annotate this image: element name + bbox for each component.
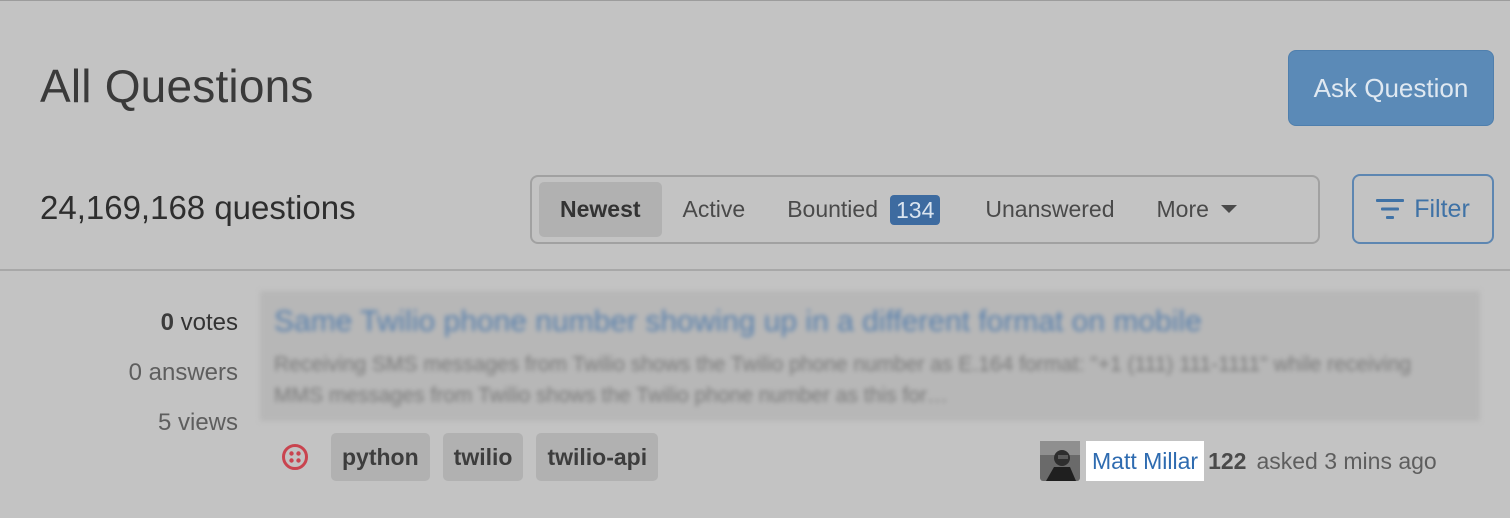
tab-active[interactable]: Active: [662, 182, 767, 237]
tab-bountied[interactable]: Bountied 134: [766, 182, 964, 237]
filter-label: Filter: [1414, 194, 1470, 223]
views-stat: 5 views: [157, 409, 238, 436]
sort-tabs: Newest Active Bountied 134 Unanswered Mo…: [530, 175, 1320, 244]
tag-python[interactable]: python: [331, 433, 430, 481]
question-title-link[interactable]: Same Twilio phone number showing up in a…: [274, 305, 1202, 339]
tab-unanswered[interactable]: Unanswered: [964, 182, 1135, 237]
avatar[interactable]: [1040, 441, 1080, 481]
question-summary-blurred: Same Twilio phone number showing up in a…: [260, 291, 1480, 421]
asked-time[interactable]: asked 3 mins ago: [1256, 448, 1436, 475]
user-card: Matt Millar 122 asked 3 mins ago: [1040, 441, 1437, 481]
tag-list: python twilio twilio-api: [280, 433, 671, 481]
questions-page: All Questions Ask Question 24,169,168 qu…: [0, 0, 1510, 518]
question-stats: 0 votes 0 answers 5 views: [40, 307, 238, 457]
tab-active-label: Active: [682, 196, 746, 222]
votes-stat: 0 votes: [40, 307, 238, 357]
user-name-link[interactable]: Matt Millar: [1086, 441, 1205, 481]
answers-stat: 0 answers: [128, 359, 238, 386]
user-reputation: 122: [1208, 447, 1247, 474]
filter-button[interactable]: Filter: [1352, 174, 1494, 244]
tab-more[interactable]: More: [1136, 182, 1258, 237]
tab-newest-label: Newest: [560, 196, 641, 222]
bounty-count-badge: 134: [890, 194, 941, 225]
divider: [0, 269, 1510, 271]
votes-count: 0: [160, 309, 174, 336]
page-title: All Questions: [40, 60, 314, 112]
tab-more-label: More: [1156, 196, 1209, 222]
tab-unanswered-label: Unanswered: [985, 196, 1115, 222]
filter-icon: [1376, 199, 1405, 219]
watched-tag-icon: [282, 444, 308, 470]
question-excerpt: Receiving SMS messages from Twilio shows…: [274, 353, 1412, 407]
chevron-down-icon: [1220, 204, 1237, 213]
tab-bountied-label: Bountied: [787, 196, 878, 222]
question-count: 24,169,168 questions: [40, 189, 356, 226]
tab-newest[interactable]: Newest: [539, 182, 662, 237]
tag-twilio-api[interactable]: twilio-api: [536, 433, 659, 481]
ask-question-button[interactable]: Ask Question: [1288, 50, 1494, 126]
tag-twilio[interactable]: twilio: [442, 433, 524, 481]
votes-label: votes: [180, 309, 238, 336]
